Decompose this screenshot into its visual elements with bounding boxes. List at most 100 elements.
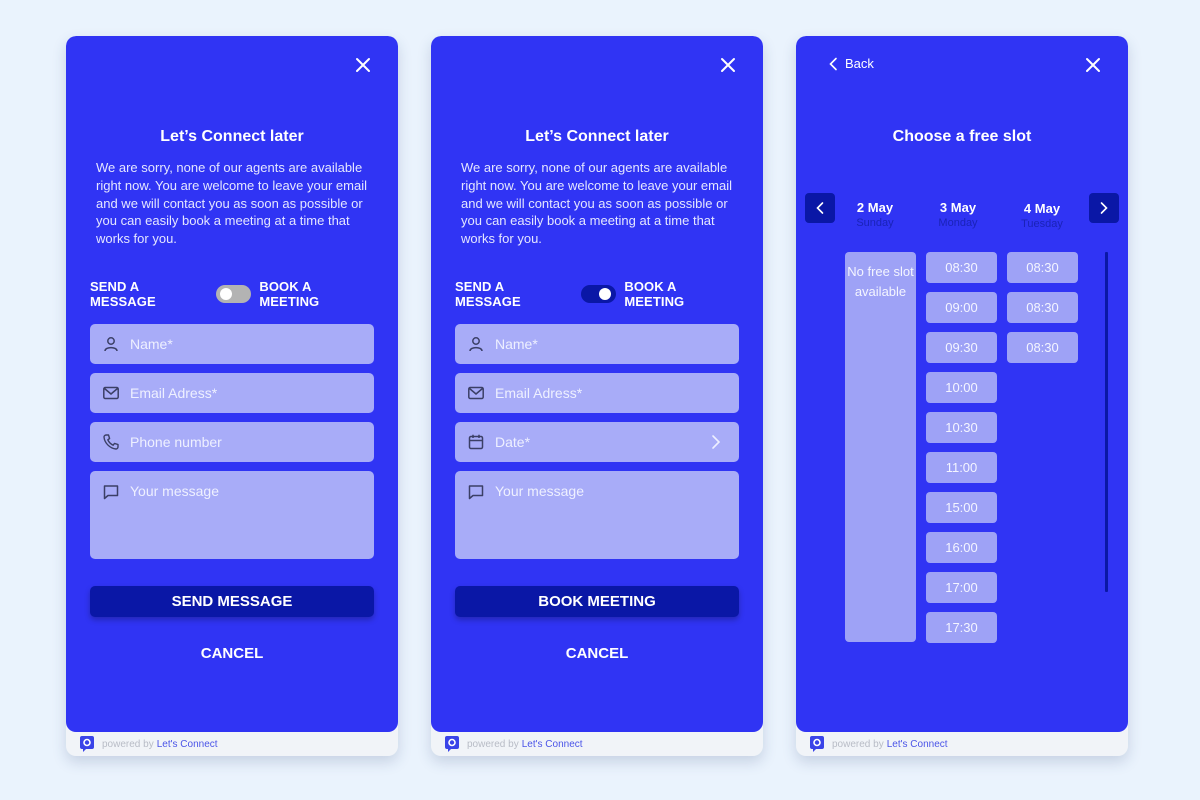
slot-picker-widget: Back Choose a free slot 2 May Sunday 3 M…	[796, 36, 1128, 756]
chevron-right-icon[interactable]	[709, 434, 723, 450]
day-header: 3 May Monday	[918, 200, 998, 229]
lets-connect-logo-icon	[810, 736, 824, 752]
phone-field[interactable]: Phone number	[90, 422, 374, 462]
powered-by-text: powered by	[832, 738, 884, 750]
email-field[interactable]: Email Adress*	[455, 373, 739, 413]
day-weekday: Monday	[938, 217, 978, 229]
widget-title: Let’s Connect later	[525, 128, 669, 145]
time-slot-button[interactable]: 09:30	[926, 332, 997, 363]
date-placeholder: Date*	[495, 434, 531, 450]
chevron-left-icon	[829, 57, 837, 70]
email-placeholder: Email Adress*	[495, 385, 583, 401]
widget-panel: Let’s Connect later We are sorry, none o…	[431, 36, 763, 732]
slots-scrollbar[interactable]	[1105, 252, 1108, 592]
lets-connect-logo-icon	[445, 736, 459, 752]
mode-toggle-row: SEND A MESSAGE BOOK A MEETING	[90, 279, 374, 309]
book-meeting-button[interactable]: BOOK MEETING	[455, 586, 739, 617]
lets-connect-link[interactable]: Let's Connect	[887, 739, 948, 750]
message-placeholder: Your message	[130, 483, 219, 499]
calendar-icon	[467, 433, 485, 451]
powered-by-footer: powered by Let's Connect	[810, 735, 948, 753]
day-weekday: Sunday	[856, 217, 894, 229]
close-button[interactable]	[1084, 56, 1102, 74]
name-field[interactable]: Name*	[90, 324, 374, 364]
time-slot-button[interactable]: 10:30	[926, 412, 997, 443]
mail-icon	[102, 384, 120, 402]
chevron-left-icon	[816, 202, 824, 214]
time-slot-button[interactable]: 15:00	[926, 492, 997, 523]
send-message-button[interactable]: SEND MESSAGE	[90, 586, 374, 617]
lets-connect-link[interactable]: Let's Connect	[522, 739, 583, 750]
slot-column-day-3: 08:30 08:30 08:30	[1007, 252, 1079, 372]
name-placeholder: Name*	[495, 336, 538, 352]
name-placeholder: Name*	[130, 336, 173, 352]
close-icon	[721, 58, 735, 72]
day-header: 4 May Tuesday	[1002, 201, 1082, 230]
mode-toggle-row: SEND A MESSAGE BOOK A MEETING	[455, 279, 739, 309]
widget-title: Let’s Connect later	[160, 128, 304, 145]
user-icon	[102, 335, 120, 353]
toggle-knob	[599, 288, 612, 300]
widget-panel: Let’s Connect later We are sorry, none o…	[66, 36, 398, 732]
phone-placeholder: Phone number	[130, 434, 222, 450]
user-icon	[467, 335, 485, 353]
powered-by-footer: powered by Let's Connect	[445, 735, 583, 753]
slot-picker-title: Choose a free slot	[892, 128, 1032, 145]
toggle-label-send-message[interactable]: SEND A MESSAGE	[455, 279, 573, 309]
message-icon	[102, 483, 120, 501]
message-icon	[467, 483, 485, 501]
time-slot-button[interactable]: 10:00	[926, 372, 997, 403]
time-slot-button[interactable]: 08:30	[1007, 292, 1078, 323]
toggle-label-book-meeting[interactable]: BOOK A MEETING	[259, 279, 374, 309]
day-date: 2 May	[856, 200, 894, 215]
widget-description: We are sorry, none of our agents are ava…	[461, 160, 732, 247]
time-slot-button[interactable]: 09:00	[926, 292, 997, 323]
send-message-widget: Let’s Connect later We are sorry, none o…	[66, 36, 398, 756]
mode-toggle-switch[interactable]	[580, 285, 617, 303]
close-icon	[1086, 58, 1100, 72]
close-button[interactable]	[719, 56, 737, 74]
book-meeting-widget: Let’s Connect later We are sorry, none o…	[431, 36, 763, 756]
email-field[interactable]: Email Adress*	[90, 373, 374, 413]
widget-panel: Back Choose a free slot 2 May Sunday 3 M…	[796, 36, 1128, 732]
time-slot-button[interactable]: 16:00	[926, 532, 997, 563]
toggle-knob	[219, 288, 232, 300]
powered-by-text: powered by	[467, 738, 519, 750]
widget-description: We are sorry, none of our agents are ava…	[96, 160, 367, 247]
time-slot-button[interactable]: 17:30	[926, 612, 997, 643]
date-field[interactable]: Date*	[455, 422, 739, 462]
chevron-right-icon	[1100, 202, 1108, 214]
day-date: 4 May	[1023, 201, 1061, 216]
time-slot-button[interactable]: 08:30	[1007, 332, 1078, 363]
day-weekday: Tuesday	[1021, 218, 1063, 230]
toggle-label-book-meeting[interactable]: BOOK A MEETING	[624, 279, 739, 309]
close-icon	[356, 58, 370, 72]
message-textarea[interactable]: Your message	[90, 471, 374, 559]
lets-connect-link[interactable]: Let's Connect	[157, 739, 218, 750]
slot-column-day-2: 08:30 09:00 09:30 10:00 10:30 11:00 15:00 16:00…	[926, 252, 998, 652]
mode-toggle-switch[interactable]	[215, 285, 252, 303]
powered-by-text: powered by	[102, 738, 154, 750]
time-slot-button[interactable]: 08:30	[926, 252, 997, 283]
close-button[interactable]	[354, 56, 372, 74]
toggle-label-send-message[interactable]: SEND A MESSAGE	[90, 279, 208, 309]
time-slot-button[interactable]: 17:00	[926, 572, 997, 603]
previous-days-button[interactable]	[805, 193, 835, 223]
lets-connect-logo-icon	[80, 736, 94, 752]
name-field[interactable]: Name*	[455, 324, 739, 364]
cancel-button[interactable]: CANCEL	[66, 645, 398, 662]
mail-icon	[467, 384, 485, 402]
message-textarea[interactable]: Your message	[455, 471, 739, 559]
day-date: 3 May	[939, 200, 977, 215]
powered-by-footer: powered by Let's Connect	[80, 735, 218, 753]
no-slot-available: No free slot available	[845, 252, 916, 642]
day-header: 2 May Sunday	[835, 200, 915, 229]
message-placeholder: Your message	[495, 483, 584, 499]
next-days-button[interactable]	[1089, 193, 1119, 223]
email-placeholder: Email Adress*	[130, 385, 218, 401]
cancel-button[interactable]: CANCEL	[431, 645, 763, 662]
back-label: Back	[845, 56, 874, 71]
time-slot-button[interactable]: 08:30	[1007, 252, 1078, 283]
back-button[interactable]: Back	[828, 56, 874, 71]
time-slot-button[interactable]: 11:00	[926, 452, 997, 483]
